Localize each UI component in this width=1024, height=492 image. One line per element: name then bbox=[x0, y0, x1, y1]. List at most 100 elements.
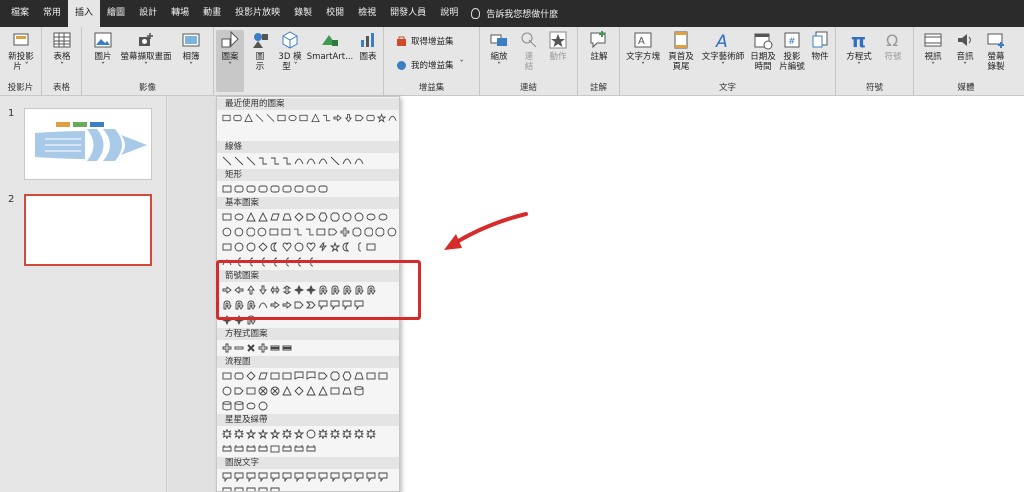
shape-circ-icon[interactable] bbox=[306, 429, 316, 439]
shape-callout-icon[interactable] bbox=[246, 487, 256, 492]
icons-button[interactable]: 圖 示 bbox=[248, 30, 272, 72]
slide-canvas[interactable] bbox=[397, 96, 1024, 492]
tab-9[interactable]: 校閱 bbox=[319, 0, 351, 27]
shape-rect-icon[interactable] bbox=[270, 444, 280, 454]
tab-7[interactable]: 投影片放映 bbox=[228, 0, 287, 27]
shape-curve-icon[interactable] bbox=[388, 113, 397, 123]
datetime-button[interactable]: 日期及 時間 bbox=[748, 30, 778, 72]
shape-curve-icon[interactable] bbox=[318, 156, 328, 166]
shape-elbow-icon[interactable] bbox=[282, 156, 292, 166]
shape-oval-icon[interactable] bbox=[378, 212, 388, 222]
shape-callout-icon[interactable] bbox=[366, 472, 376, 482]
shape-line-icon[interactable] bbox=[246, 156, 256, 166]
shape-banner-icon[interactable] bbox=[246, 444, 256, 454]
shape-callout-icon[interactable] bbox=[270, 487, 280, 492]
equation-button[interactable]: π 方程式 ˇ bbox=[844, 30, 874, 72]
shape-minus-icon[interactable] bbox=[234, 343, 244, 353]
shape-oval-icon[interactable] bbox=[366, 212, 376, 222]
shape-star-icon[interactable] bbox=[258, 428, 268, 439]
shape-star-icon[interactable] bbox=[376, 112, 386, 123]
shape-callout-icon[interactable] bbox=[234, 472, 244, 482]
shape-star-icon[interactable] bbox=[246, 428, 256, 439]
shape-pent-icon[interactable] bbox=[306, 212, 316, 222]
shape-banner-icon[interactable] bbox=[294, 444, 304, 454]
shape-dia-icon[interactable] bbox=[258, 241, 268, 252]
shape-curve-icon[interactable] bbox=[354, 156, 364, 166]
header-footer-button[interactable]: 頁首及 頁尾 bbox=[666, 30, 696, 72]
shape-callout-icon[interactable] bbox=[342, 472, 352, 482]
shape-pent-icon[interactable] bbox=[234, 386, 244, 396]
shape-rect-icon[interactable] bbox=[222, 242, 232, 252]
shape-circ-icon[interactable] bbox=[222, 386, 232, 396]
shape-star8-icon[interactable] bbox=[342, 428, 352, 439]
shape-tri-icon[interactable] bbox=[258, 211, 268, 222]
shape-trap-icon[interactable] bbox=[282, 212, 292, 222]
shape-tri-icon[interactable] bbox=[246, 211, 256, 222]
shape-callout-icon[interactable] bbox=[378, 472, 388, 482]
shape-oval-icon[interactable] bbox=[288, 113, 297, 123]
shape-callout-icon[interactable] bbox=[234, 487, 244, 492]
shape-callout-icon[interactable] bbox=[270, 472, 280, 482]
shape-curve-icon[interactable] bbox=[306, 156, 316, 166]
table-button[interactable]: 表格 ˇ bbox=[49, 30, 75, 72]
shape-cyl-icon[interactable] bbox=[234, 400, 244, 411]
shape-oct-icon[interactable] bbox=[364, 227, 374, 237]
screen-recording-button[interactable]: 螢幕 錄製 bbox=[982, 30, 1010, 72]
shape-callout-icon[interactable] bbox=[354, 472, 364, 482]
screenshot-button[interactable]: 螢幕擷取畫面 ˇ bbox=[118, 30, 174, 72]
tab-1[interactable]: 常用 bbox=[36, 0, 68, 27]
shape-times-icon[interactable] bbox=[246, 343, 256, 353]
shape-tri-icon[interactable] bbox=[282, 385, 292, 396]
shape-circ-icon[interactable] bbox=[246, 242, 256, 252]
shape-callout-icon[interactable] bbox=[318, 472, 328, 482]
symbol-button[interactable]: Ω 符號 bbox=[880, 30, 906, 62]
video-button[interactable]: 視訊 ˇ bbox=[920, 30, 946, 72]
shape-rect-icon[interactable] bbox=[281, 227, 291, 237]
shape-round-icon[interactable] bbox=[270, 184, 280, 194]
shape-star8-icon[interactable] bbox=[330, 428, 340, 439]
textbox-button[interactable]: A 文字方塊 ˇ bbox=[624, 30, 662, 72]
shape-cross-icon[interactable] bbox=[270, 386, 280, 396]
shape-rect-icon[interactable] bbox=[282, 371, 292, 381]
shape-curve-icon[interactable] bbox=[294, 156, 304, 166]
tab-3[interactable]: 繪圖 bbox=[100, 0, 132, 27]
shape-circ-icon[interactable] bbox=[234, 242, 244, 252]
tab-11[interactable]: 開發人員 bbox=[383, 0, 433, 27]
zoom-button[interactable]: 縮放 ˇ bbox=[486, 30, 512, 72]
shape-banner-icon[interactable] bbox=[258, 444, 268, 454]
shape-star8-icon[interactable] bbox=[318, 428, 328, 439]
shape-para-icon[interactable] bbox=[270, 212, 280, 222]
new-slide-button[interactable]: 新投影 片 ˇ bbox=[4, 30, 38, 72]
shape-star-icon[interactable] bbox=[294, 428, 304, 439]
shape-tri-icon[interactable] bbox=[244, 112, 253, 123]
shape-rect-icon[interactable] bbox=[330, 386, 340, 396]
shape-heart-icon[interactable] bbox=[306, 242, 316, 252]
shape-round-icon[interactable] bbox=[258, 184, 268, 194]
shape-star8-icon[interactable] bbox=[354, 428, 364, 439]
shape-tri-icon[interactable] bbox=[310, 112, 320, 123]
slide-thumbnail-2[interactable] bbox=[24, 194, 152, 266]
tab-12[interactable]: 說明 bbox=[433, 0, 465, 27]
shape-moon-icon[interactable] bbox=[342, 242, 352, 252]
shape-elbow-icon[interactable] bbox=[293, 227, 303, 237]
shape-line-icon[interactable] bbox=[255, 113, 264, 123]
shape-circ-icon[interactable] bbox=[354, 212, 364, 222]
shape-rect-icon[interactable] bbox=[222, 371, 232, 381]
shape-round-icon[interactable] bbox=[234, 371, 244, 381]
shape-pent-icon[interactable] bbox=[355, 113, 364, 123]
action-button[interactable]: 動作 bbox=[546, 30, 570, 62]
shape-oct-icon[interactable] bbox=[330, 212, 340, 222]
shape-ad-icon[interactable] bbox=[344, 113, 353, 123]
shape-oct-icon[interactable] bbox=[352, 227, 362, 237]
shape-round-icon[interactable] bbox=[282, 184, 292, 194]
shape-doc-icon[interactable] bbox=[294, 371, 304, 381]
chart-button[interactable]: 圖表 bbox=[356, 30, 380, 62]
shape-star-icon[interactable] bbox=[270, 428, 280, 439]
shape-callout-icon[interactable] bbox=[258, 472, 268, 482]
shape-callout-icon[interactable] bbox=[306, 472, 316, 482]
comment-button[interactable]: 註解 bbox=[586, 30, 612, 62]
shape-circ-icon[interactable] bbox=[222, 227, 232, 237]
tab-10[interactable]: 檢視 bbox=[351, 0, 383, 27]
audio-button[interactable]: 音訊 ˇ bbox=[952, 30, 978, 72]
shape-rect-icon[interactable] bbox=[316, 227, 326, 237]
